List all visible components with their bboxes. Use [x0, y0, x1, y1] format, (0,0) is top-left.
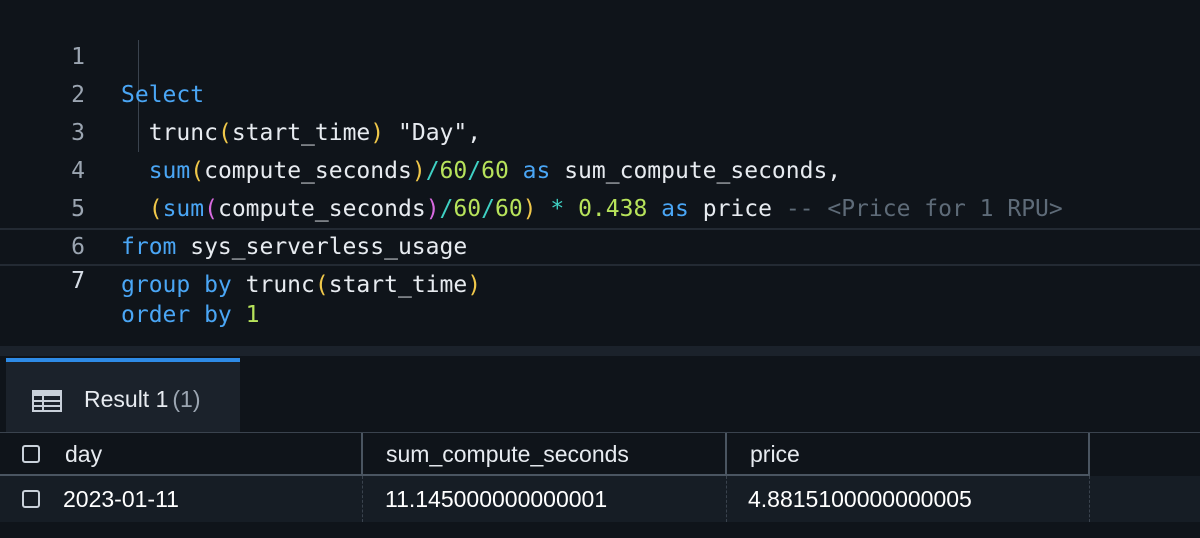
- column-header-day[interactable]: day: [0, 433, 363, 476]
- tab-label: Result 1 (1): [84, 386, 201, 413]
- identifier: start_time: [328, 272, 468, 298]
- panel-divider[interactable]: [0, 346, 1200, 356]
- paren: (: [314, 272, 329, 298]
- code-line-3[interactable]: 3 sum(compute_seconds)/60/60 as sum_comp…: [0, 76, 1200, 184]
- table-row[interactable]: 2023-01-11 11.145000000000001 4.88151000…: [0, 476, 1200, 522]
- code-line-6[interactable]: 6 group by trunc(start_time): [0, 190, 1200, 298]
- column-label: day: [65, 441, 103, 467]
- keyword-order-by: order by: [121, 302, 232, 328]
- cell-value: 11.145000000000001: [385, 486, 608, 512]
- tab-title: Result 1: [84, 386, 169, 412]
- sql-editor[interactable]: 1 Select 2 trunc(start_time) "Day", 3 su…: [0, 0, 1200, 348]
- table-icon: [32, 390, 62, 412]
- cell-value: 2023-01-11: [63, 486, 179, 512]
- tab-result-1[interactable]: Result 1 (1): [6, 358, 240, 432]
- code-line-5[interactable]: 5 from sys_serverless_usage: [0, 152, 1200, 260]
- code-line-7[interactable]: 7 order by 1: [0, 228, 1200, 328]
- cell-value: 4.8815100000000005: [748, 486, 972, 512]
- paren: ): [467, 272, 482, 298]
- column-label: sum_compute_seconds: [386, 441, 629, 467]
- number: 1: [231, 302, 260, 328]
- cell-price[interactable]: 4.8815100000000005: [727, 476, 1090, 522]
- code-line-4[interactable]: 4 (sum(compute_seconds)/60/60) * 0.438 a…: [0, 114, 1200, 222]
- cell-day[interactable]: 2023-01-11: [0, 476, 363, 522]
- code-line-2[interactable]: 2 trunc(start_time) "Day",: [0, 38, 1200, 146]
- line-number: 7: [71, 268, 85, 294]
- results-panel: Result 1 (1) day sum_compute_seconds pric…: [0, 356, 1200, 538]
- code-line-1[interactable]: 1 Select: [0, 0, 1200, 108]
- tab-count: (1): [172, 386, 201, 412]
- function-trunc: trunc: [231, 272, 315, 298]
- column-header-sum-compute-seconds[interactable]: sum_compute_seconds: [363, 433, 727, 476]
- column-label: price: [750, 441, 800, 467]
- select-all-checkbox[interactable]: [22, 445, 40, 463]
- table-header-row: day sum_compute_seconds price: [0, 432, 1200, 476]
- row-checkbox[interactable]: [22, 490, 40, 508]
- cell-sum-compute-seconds[interactable]: 11.145000000000001: [363, 476, 727, 522]
- keyword-group-by: group by: [121, 272, 232, 298]
- column-header-price[interactable]: price: [727, 433, 1090, 476]
